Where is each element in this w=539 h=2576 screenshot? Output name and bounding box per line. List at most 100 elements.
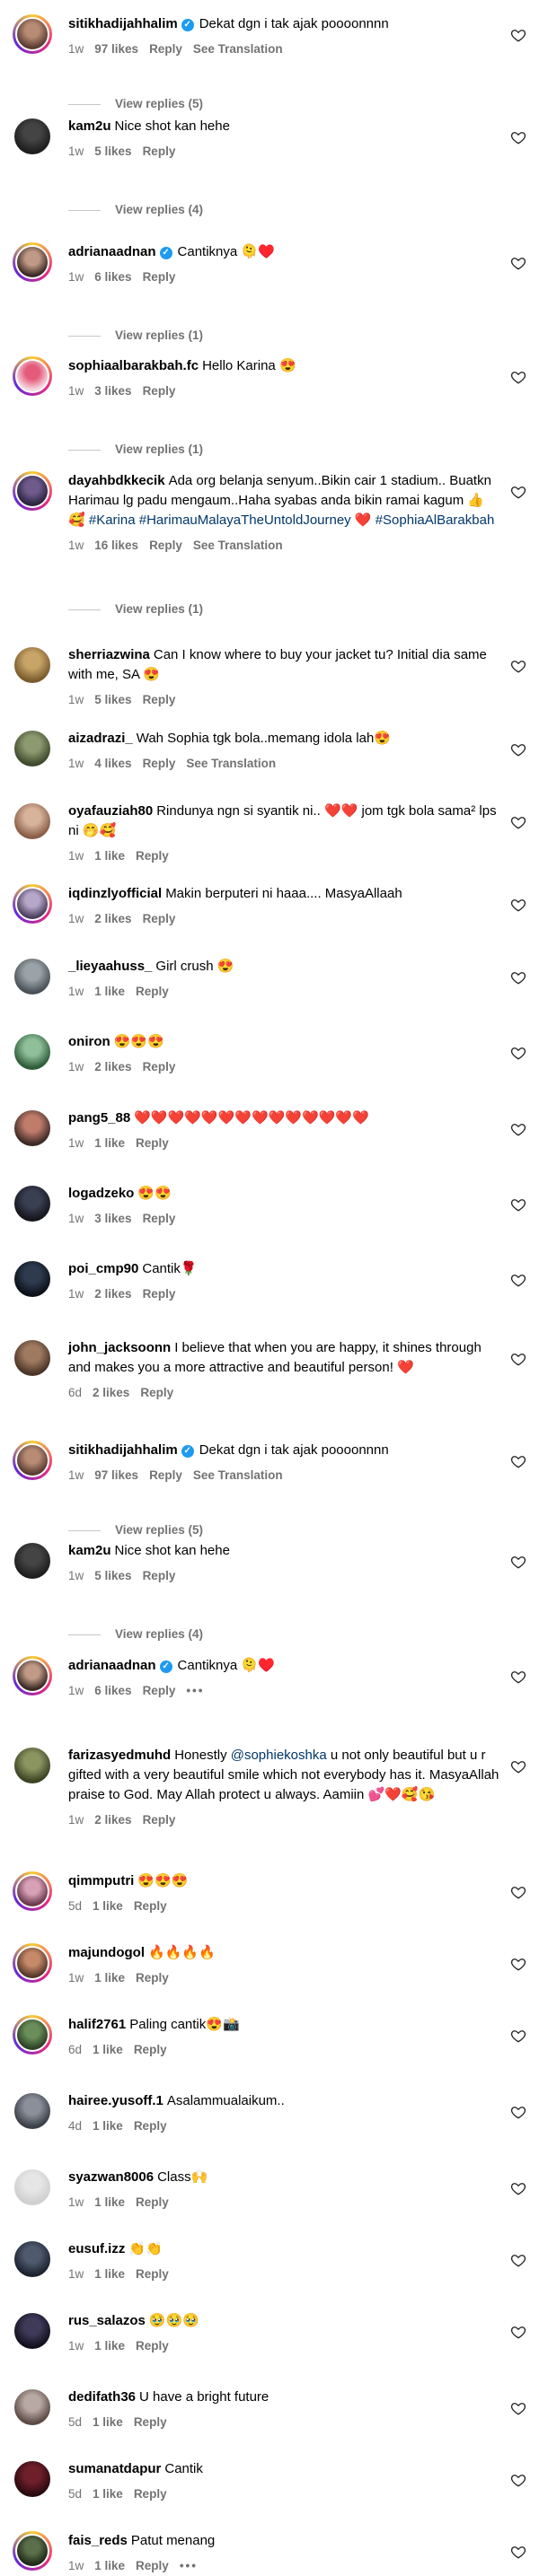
username-link[interactable]: majundogol (68, 1945, 145, 1960)
reply-button[interactable]: Reply (136, 1971, 169, 1985)
like-count[interactable]: 1 like (94, 2195, 125, 2209)
heart-icon[interactable] (510, 484, 526, 500)
like-count[interactable]: 2 likes (94, 1287, 131, 1301)
username-link[interactable]: iqdinzlyofficial (68, 886, 162, 901)
reply-button[interactable]: Reply (134, 2487, 167, 2501)
username-link[interactable]: logadzeko (68, 1186, 134, 1201)
reply-button[interactable]: Reply (143, 757, 176, 770)
avatar[interactable] (13, 1746, 52, 1785)
view-replies-button[interactable]: View replies (1) (68, 329, 203, 342)
reply-button[interactable]: Reply (143, 1569, 176, 1582)
see-translation-button[interactable]: See Translation (193, 539, 283, 552)
like-count[interactable]: 1 like (93, 1899, 123, 1913)
username-link[interactable]: hairee.yusoff.1 (68, 2093, 163, 2108)
like-count[interactable]: 1 like (94, 2267, 125, 2281)
see-translation-button[interactable]: See Translation (193, 42, 283, 56)
username-link[interactable]: oyafauziah80 (68, 803, 153, 819)
heart-icon[interactable] (510, 1272, 526, 1288)
username-link[interactable]: sumanatdapur (68, 2461, 161, 2476)
username-link[interactable]: eusuf.izz (68, 2241, 125, 2256)
heart-icon[interactable] (510, 741, 526, 758)
heart-icon[interactable] (510, 2252, 526, 2268)
heart-icon[interactable] (510, 2400, 526, 2416)
view-replies-button[interactable]: View replies (4) (68, 1627, 203, 1641)
reply-button[interactable]: Reply (143, 912, 176, 925)
username-link[interactable]: farizasyedmuhd (68, 1748, 171, 1763)
heart-icon[interactable] (510, 1045, 526, 1061)
username-link[interactable]: _lieyaahuss_ (68, 959, 152, 974)
avatar[interactable] (13, 1656, 52, 1695)
avatar[interactable] (13, 2015, 52, 2055)
username-link[interactable]: rus_salazos (68, 2313, 146, 2328)
username-link[interactable]: kam2u (68, 118, 111, 134)
username-link[interactable]: dayahbdkkecik (68, 473, 165, 488)
avatar[interactable] (13, 2239, 52, 2279)
username-link[interactable]: aizadrazi_ (68, 731, 133, 746)
avatar[interactable] (13, 117, 52, 156)
reply-button[interactable]: Reply (134, 1899, 167, 1913)
avatar[interactable] (13, 1871, 52, 1911)
avatar[interactable] (13, 2459, 52, 2499)
like-count[interactable]: 3 likes (94, 384, 131, 398)
heart-icon[interactable] (510, 2028, 526, 2044)
avatar[interactable] (13, 729, 52, 768)
heart-icon[interactable] (510, 1196, 526, 1213)
heart-icon[interactable] (510, 2544, 526, 2560)
avatar[interactable] (13, 1541, 52, 1581)
heart-icon[interactable] (510, 1669, 526, 1685)
username-link[interactable]: sophiaalbarakbah.fc (68, 358, 199, 373)
heart-icon[interactable] (510, 1121, 526, 1137)
reply-button[interactable]: Reply (143, 270, 176, 284)
like-count[interactable]: 1 like (94, 985, 125, 998)
heart-icon[interactable] (510, 2104, 526, 2120)
reply-button[interactable]: Reply (136, 849, 169, 863)
username-link[interactable]: fais_reds (68, 2533, 128, 2548)
heart-icon[interactable] (510, 27, 526, 43)
like-count[interactable]: 2 likes (93, 1386, 129, 1399)
username-link[interactable]: qimmputri (68, 1873, 134, 1888)
heart-icon[interactable] (510, 1554, 526, 1570)
like-count[interactable]: 6 likes (94, 270, 131, 284)
like-count[interactable]: 2 likes (94, 912, 131, 925)
avatar[interactable] (13, 2168, 52, 2207)
username-link[interactable]: john_jacksoonn (68, 1340, 171, 1355)
reply-button[interactable]: Reply (149, 539, 182, 552)
reply-button[interactable]: Reply (143, 145, 176, 158)
like-count[interactable]: 1 like (94, 2559, 125, 2572)
heart-icon[interactable] (510, 369, 526, 385)
heart-icon[interactable] (510, 1884, 526, 1900)
avatar[interactable] (13, 2091, 52, 2131)
heart-icon[interactable] (510, 1758, 526, 1774)
like-count[interactable]: 97 likes (94, 1468, 138, 1482)
view-replies-button[interactable]: View replies (4) (68, 203, 203, 216)
reply-button[interactable]: Reply (143, 693, 176, 706)
reply-button[interactable]: Reply (149, 42, 182, 56)
username-link[interactable]: halif2761 (68, 2017, 126, 2032)
reply-button[interactable]: Reply (136, 2559, 169, 2572)
see-translation-button[interactable]: See Translation (193, 1468, 283, 1482)
avatar[interactable] (13, 242, 52, 282)
like-count[interactable]: 1 like (93, 2043, 123, 2056)
avatar[interactable] (13, 2388, 52, 2427)
heart-icon[interactable] (510, 255, 526, 271)
like-count[interactable]: 1 like (94, 1971, 125, 1985)
heart-icon[interactable] (510, 1453, 526, 1469)
like-count[interactable]: 1 like (93, 2119, 123, 2133)
reply-button[interactable]: Reply (143, 1060, 176, 1073)
avatar[interactable] (13, 471, 52, 511)
avatar[interactable] (13, 14, 52, 54)
heart-icon[interactable] (510, 1351, 526, 1367)
like-count[interactable]: 5 likes (94, 1569, 131, 1582)
username-link[interactable]: adrianaadnan (68, 244, 156, 259)
avatar[interactable] (13, 1441, 52, 1480)
like-count[interactable]: 1 like (94, 1136, 125, 1150)
heart-icon[interactable] (510, 2180, 526, 2196)
heart-icon[interactable] (510, 969, 526, 986)
hashtag-links[interactable]: #Karina #HarimauMalayaTheUntoldJourney ❤… (89, 513, 494, 528)
reply-button[interactable]: Reply (136, 2195, 169, 2209)
avatar[interactable] (13, 884, 52, 924)
heart-icon[interactable] (510, 1956, 526, 1972)
more-options-icon[interactable]: ••• (186, 1684, 204, 1697)
reply-button[interactable]: Reply (136, 2267, 169, 2281)
view-replies-button[interactable]: View replies (1) (68, 602, 203, 616)
